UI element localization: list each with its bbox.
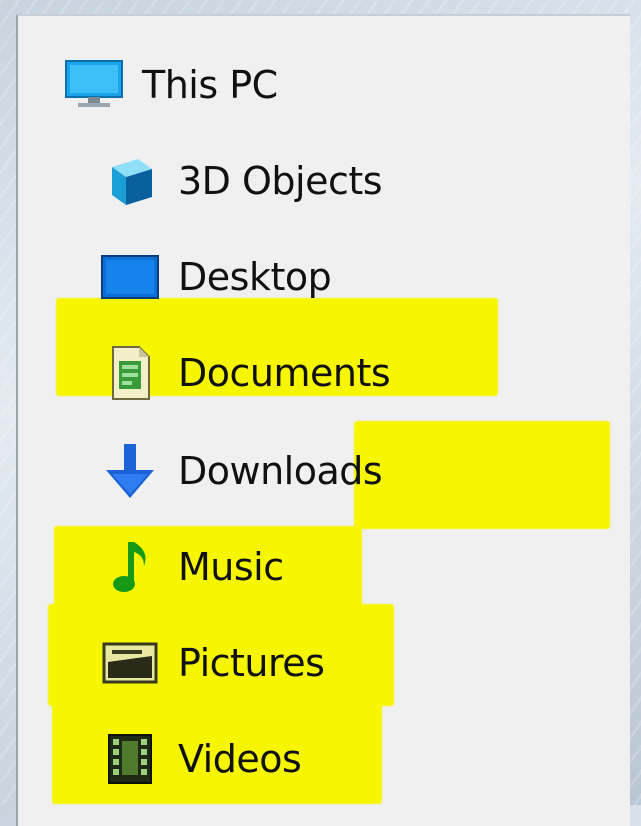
music-icon [98,539,162,595]
tree-item-3d-objects[interactable]: 3D Objects [98,146,383,216]
tree-item-label: 3D Objects [178,159,383,203]
tree-item-label: This PC [142,63,278,107]
tree-item-videos[interactable]: Videos [98,724,302,794]
highlight-downloads [354,421,610,529]
tree-item-pictures[interactable]: Pictures [98,628,325,698]
tree-item-label: Desktop [178,255,332,299]
tree-item-label: Pictures [178,641,325,685]
tree-item-documents[interactable]: Documents [98,338,391,408]
tree-item-label: Videos [178,737,302,781]
tree-item-this-pc[interactable]: This PC [62,50,278,120]
documents-icon [98,345,162,401]
3d-objects-icon [98,153,162,209]
tree-item-label: Documents [178,351,391,395]
videos-icon [98,731,162,787]
downloads-icon [98,443,162,499]
tree-item-label: Downloads [178,449,383,493]
computer-icon [62,57,126,113]
tree-item-downloads[interactable]: Downloads [98,436,383,506]
pictures-icon [98,635,162,691]
tree-item-desktop[interactable]: Desktop [98,242,332,312]
desktop-icon [98,249,162,305]
tree-item-label: Music [178,545,284,589]
navigation-pane: This PC 3D Objects Desktop Documents Dow… [16,14,630,826]
tree-item-music[interactable]: Music [98,532,284,602]
